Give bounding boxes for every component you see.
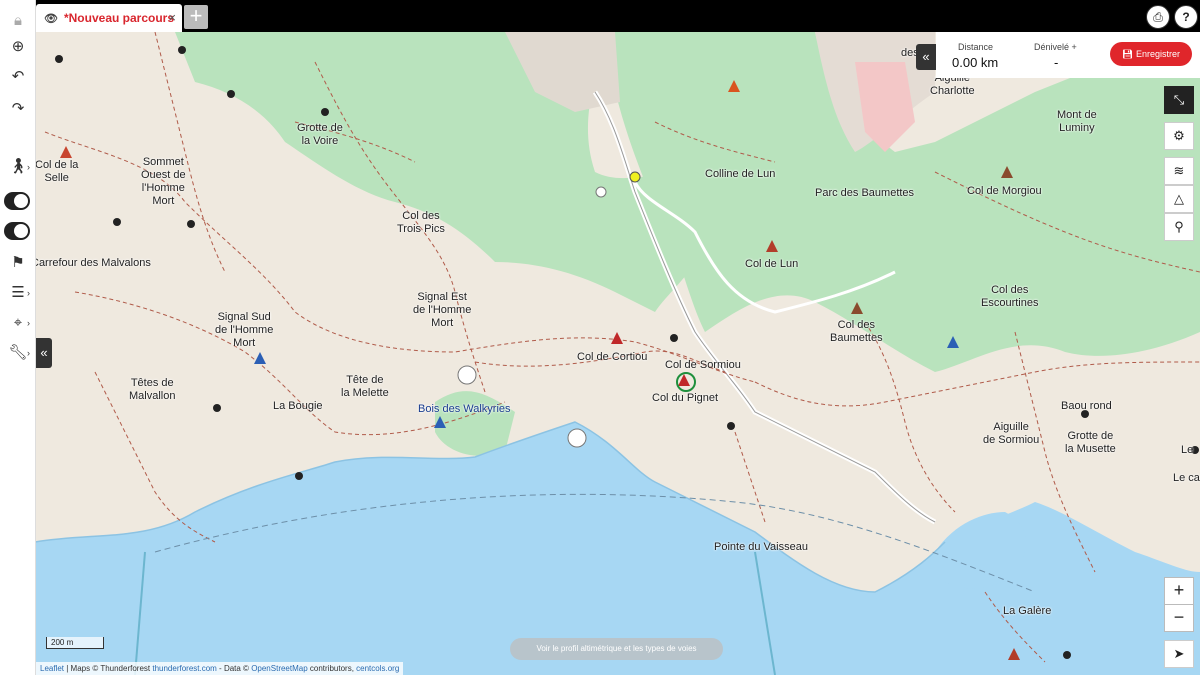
osm-link[interactable]: OpenStreetMap [251,664,307,673]
add-tab-button[interactable]: + [184,5,208,29]
distance-label: Distance [958,42,994,52]
viewpoint-icon [567,428,587,448]
viewpoint-icon [457,365,477,385]
top-bar: 👁 *Nouveau parcours × + ⎙ ? [0,0,1200,32]
map-label: Aiguille de Sormiou [983,421,1040,446]
elevation-label: Dénivelé + [1034,42,1077,52]
stats-panel: Distance 0.00 km Dénivelé + - 💾︎ Enregis… [936,32,1200,78]
map-label: Parc des Baumettes [815,187,915,199]
map-label: Col de Cortiou [577,351,648,363]
collapse-left-panel-button[interactable]: « [36,338,52,368]
zoom-out-button[interactable]: − [1164,604,1194,632]
eye-icon: 👁 [44,12,58,25]
map-label: Col de la Selle [35,159,79,184]
elevation-profile-button[interactable]: Voir le profil altimétrique et les types… [510,638,723,660]
redo-icon[interactable]: ↷ [6,98,30,120]
map-label: Col de Sormiou [665,359,741,371]
map-canvas[interactable]: Col de la Selle Sommet Ouest de l'Homme Mort… [35,32,1200,675]
pin-chevron-icon: › [27,318,30,328]
save-button-label: Enregistrer [1135,49,1180,59]
map-label: Grotte de la Voire [297,122,343,147]
map-label: Grotte de la Musette [1065,430,1116,455]
map-label: Le [1181,444,1194,456]
hiker-icon[interactable]: ⚲ [1164,213,1194,241]
route-point-icon [595,186,607,198]
centcols-link[interactable]: centcols.org [356,664,399,673]
distance-value: 0.00 km [952,55,999,70]
tab-close-button[interactable]: × [168,10,176,25]
undo-icon[interactable]: ↶ [6,66,30,88]
locate-icon[interactable]: ➤ [1164,640,1194,668]
map-label: La Bougie [273,400,323,412]
route-toggle[interactable] [4,192,30,210]
leaflet-link[interactable]: Leaflet [40,664,64,673]
walk-chevron-icon: › [27,162,30,172]
map-label: Signal Sud de l'Homme Mort [215,311,274,349]
map-label: La Galère [1003,605,1052,617]
map-label: Col des Baumettes [830,319,883,344]
thunderforest-link[interactable]: thunderforest.com [152,664,216,673]
map-label: Colline de Lun [705,168,776,180]
collapse-stats-button[interactable]: « [916,44,936,70]
mountain-icon[interactable]: △ [1164,185,1194,213]
map-label: Col de Morgiou [967,185,1042,197]
map-label: Le ca [1173,472,1200,484]
eye-toggle[interactable] [4,222,30,240]
map-label: Mont de Luminy [1057,109,1097,134]
attrib-text: - Data © [216,664,252,673]
lock-icon[interactable]: 🔒︎ [6,10,30,32]
save-icon: 💾︎ [1122,49,1136,59]
map-label: Col du Pignet [652,392,719,404]
map-label: Signal Est de l'Homme Mort [413,291,472,329]
map-label: Pointe du Vaisseau [714,541,808,553]
save-button[interactable]: 💾︎ Enregistrer [1110,42,1192,66]
wrench-chevron-icon: › [27,348,30,358]
map-label: Carrefour des Malvalons [35,257,151,269]
map-label: Tête de la Melette [341,374,389,399]
map-label: Col des Escourtines [981,284,1039,309]
tab-title: *Nouveau parcours [63,11,175,25]
left-sidebar: 🔒︎ ⊕ ↶ ↷ 🚶︎ › ⚑ ☰ › ⌖ › 🔧︎ › [0,0,36,675]
map-label: Baou rond [1061,400,1112,412]
map-label: Sommet Ouest de l'Homme Mort [141,156,186,207]
map-attribution: Leaflet | Maps © Thunderforest thunderfo… [36,662,404,675]
scale-bar: 200 m [46,637,104,649]
menu-chevron-icon: › [27,288,30,298]
attrib-text: contributors, [307,664,357,673]
map-label: Têtes de Malvallon [129,377,176,402]
print-icon[interactable]: ⎙ [1146,5,1170,29]
map-label: Bois des Walkyries [418,403,511,415]
tab-nouveau-parcours[interactable]: 👁 *Nouveau parcours × [36,4,182,32]
flag-icon[interactable]: ⚑ [6,252,30,274]
layers-icon[interactable]: ≋ [1164,157,1194,185]
zoom-in-button[interactable]: + [1164,577,1194,605]
elevation-value: - [1054,55,1059,70]
attrib-text: | Maps © Thunderforest [64,664,153,673]
help-icon[interactable]: ? [1174,5,1198,29]
fullscreen-icon[interactable]: ⤡ [1164,86,1194,114]
search-zoom-icon[interactable]: ⊕ [6,36,30,58]
map-label: Col de Lun [745,258,799,270]
settings-gear-icon[interactable]: ⚙ [1164,122,1194,150]
route-point-icon [629,171,641,183]
map-label: Col des Trois Pics [397,210,445,235]
